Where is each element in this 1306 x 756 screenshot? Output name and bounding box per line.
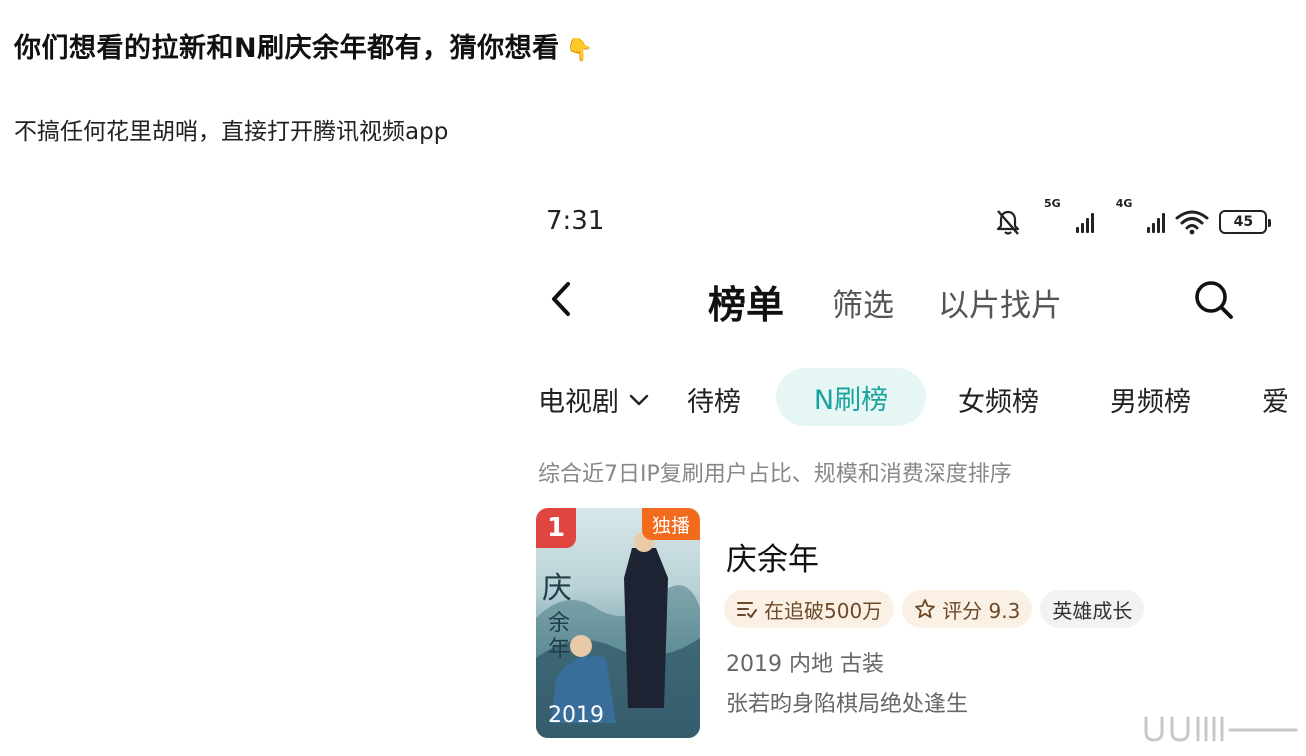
- phone-screenshot: 7:31 5G 4G 45 榜单 筛选 以片找片 电视剧 待榜 N刷榜 女频榜 …: [522, 180, 1306, 756]
- tab-ranking[interactable]: 榜单: [708, 274, 784, 329]
- show-title[interactable]: 庆余年: [726, 534, 819, 579]
- score-tag-text: 评分 9.3: [942, 598, 1021, 623]
- wifi-icon: [1175, 210, 1209, 235]
- post-title: 你们想看的拉新和N刷庆余年都有，猜你想看 👇: [14, 26, 594, 65]
- poster[interactable]: 庆 余 年 1 独播 2019: [536, 508, 700, 738]
- tab-search-by-image[interactable]: 以片找片: [938, 280, 1062, 325]
- pointing-down-icon: 👇: [565, 38, 594, 63]
- back-arrow-icon[interactable]: [544, 280, 578, 318]
- show-blurb: 张若昀身陷棋局绝处逢生: [726, 692, 969, 717]
- category-dropdown-label: 电视剧: [538, 387, 619, 418]
- genre-tag: 英雄成长: [1040, 590, 1145, 628]
- pill-female[interactable]: 女频榜: [958, 380, 1039, 419]
- tag-row: 在追破500万 评分 9.3 英雄成长: [724, 590, 1145, 628]
- post-body: 不搞任何花里胡哨，直接打开腾讯视频app: [14, 119, 449, 145]
- bell-muted-icon: [996, 210, 1020, 235]
- pill-pending[interactable]: 待榜: [687, 380, 741, 419]
- status-time: 7:31: [546, 206, 605, 236]
- pill-male[interactable]: 男频榜: [1110, 380, 1191, 419]
- score-tag: 评分 9.3: [902, 590, 1033, 628]
- tab-filter[interactable]: 筛选: [832, 280, 894, 325]
- follow-tag-text: 在追破500万: [764, 598, 883, 623]
- search-icon[interactable]: [1192, 278, 1236, 322]
- post-title-text: 你们想看的拉新和N刷庆余年都有，猜你想看: [14, 33, 560, 64]
- battery-level: 45: [1233, 214, 1254, 230]
- svg-text:庆: 庆: [542, 571, 572, 606]
- rank-badge: 1: [536, 508, 576, 548]
- pill-n-rewatch[interactable]: N刷榜: [776, 368, 926, 426]
- signal-5g-icon: 5G: [1032, 197, 1094, 233]
- svg-text:余: 余: [548, 611, 570, 636]
- category-row: 电视剧 待榜 N刷榜 女频榜 男频榜 爱: [522, 368, 1306, 428]
- top-nav: 榜单 筛选 以片找片: [522, 272, 1306, 328]
- category-dropdown[interactable]: 电视剧: [538, 380, 649, 419]
- follow-tag: 在追破500万: [724, 590, 895, 628]
- poster-year: 2019: [548, 703, 604, 728]
- follow-list-icon: [737, 602, 757, 618]
- watermark-logo: [1144, 716, 1298, 742]
- rank-description: 综合近7日IP复刷用户占比、规模和消费深度排序: [538, 462, 1012, 487]
- exclusive-badge: 独播: [641, 508, 700, 540]
- status-icons: 5G 4G 45: [994, 197, 1272, 240]
- battery-icon: 45: [1219, 210, 1272, 234]
- star-icon: [915, 599, 936, 619]
- signal-4g-icon: 4G: [1104, 197, 1166, 233]
- list-item[interactable]: 庆 余 年 1 独播 2019 庆余年 在追破500万 评分 9.3 英雄成长 …: [536, 508, 1296, 740]
- svg-text:年: 年: [548, 637, 570, 662]
- pill-more[interactable]: 爱: [1262, 380, 1289, 419]
- chevron-down-icon: [629, 394, 649, 405]
- show-meta: 2019 内地 古装: [726, 652, 884, 677]
